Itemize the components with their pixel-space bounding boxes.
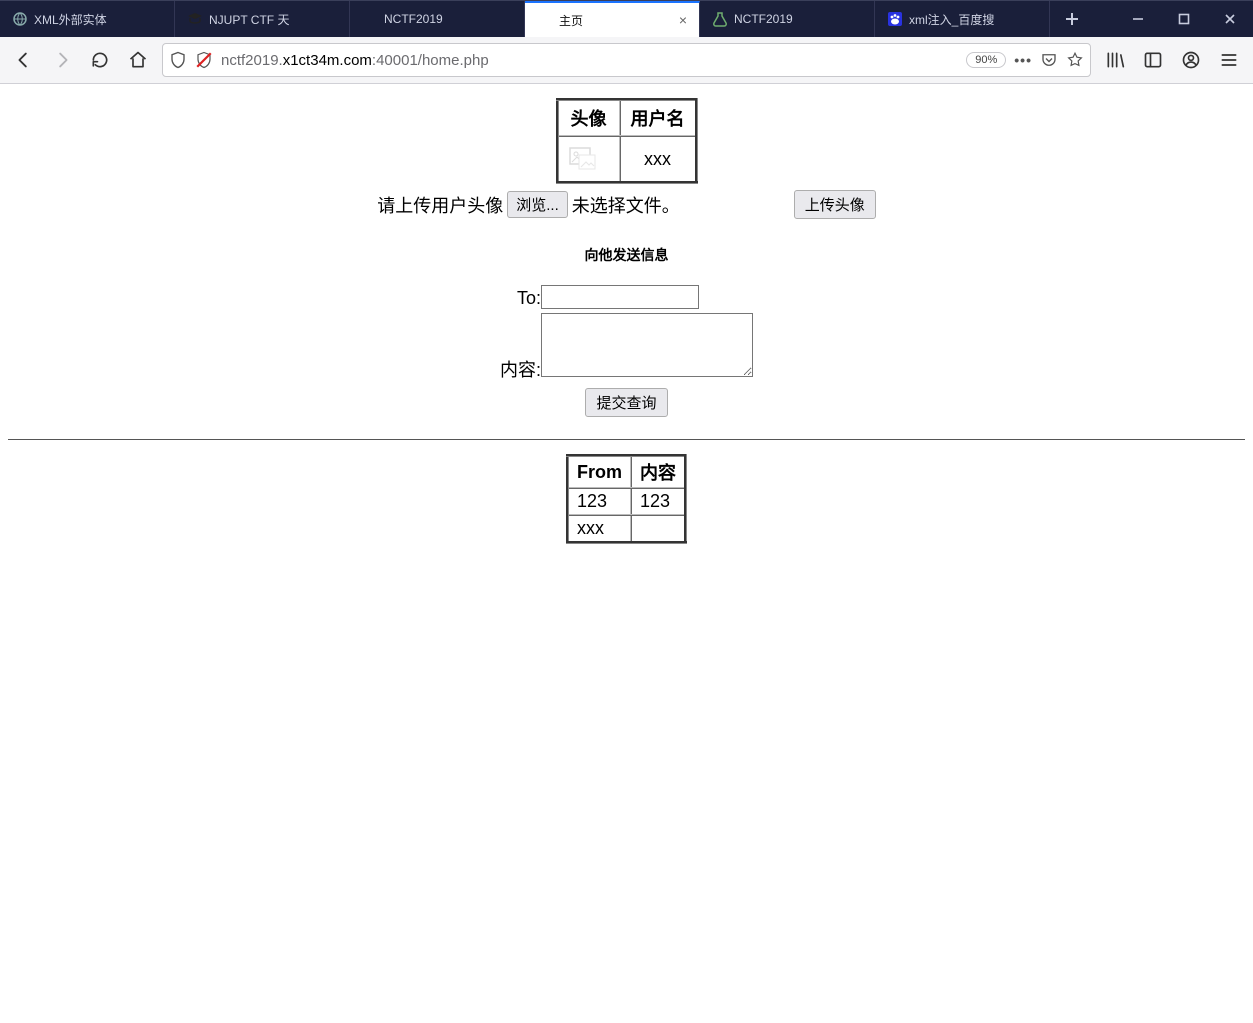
sidebar-icon[interactable] — [1139, 46, 1167, 74]
tab-label: NCTF2019 — [384, 12, 512, 26]
close-window-button[interactable] — [1207, 1, 1253, 37]
content-label: 内容: — [500, 311, 541, 384]
content-textarea[interactable] — [541, 313, 753, 377]
baidu-icon — [887, 11, 903, 27]
content-cell: 123 — [631, 488, 686, 515]
browser-window: XML外部实体 NJUPT CTF 天 NCTF2019 主页 × NCTF20… — [0, 0, 1253, 1023]
shield-icon[interactable] — [169, 51, 187, 69]
minimize-button[interactable] — [1115, 1, 1161, 37]
from-cell: 123 — [568, 488, 632, 515]
close-icon[interactable]: × — [679, 12, 687, 28]
tab-njupt[interactable]: NJUPT CTF 天 — [175, 1, 350, 37]
window-controls — [1115, 1, 1253, 37]
url-suffix: :40001/home.php — [372, 52, 489, 69]
maximize-button[interactable] — [1161, 1, 1207, 37]
avatar-cell — [557, 136, 620, 183]
forward-button[interactable] — [48, 46, 76, 74]
tab-nctf-2[interactable]: NCTF2019 — [700, 1, 875, 37]
blank-icon — [537, 12, 553, 28]
send-title: 向他发送信息 — [0, 245, 1253, 265]
upload-row: 请上传用户头像 浏览... 未选择文件。 上传头像 — [0, 190, 1253, 219]
tab-label: 主页 — [559, 12, 673, 29]
address-bar[interactable]: nctf2019.x1ct34m.com:40001/home.php 90% … — [162, 43, 1091, 77]
upload-prompt: 请上传用户头像 — [377, 192, 503, 218]
no-file-text: 未选择文件。 — [572, 192, 680, 218]
profile-table: 头像 用户名 xxx — [556, 98, 698, 184]
tab-xml-entity[interactable]: XML外部实体 — [0, 1, 175, 37]
insecure-icon[interactable] — [195, 51, 213, 69]
flask-icon — [712, 11, 728, 27]
menu-icon[interactable] — [1215, 46, 1243, 74]
bookmark-star-icon[interactable] — [1066, 51, 1084, 69]
tab-baidu[interactable]: xml注入_百度搜 — [875, 1, 1050, 37]
zoom-badge[interactable]: 90% — [966, 52, 1006, 68]
username-header: 用户名 — [620, 100, 697, 137]
reload-button[interactable] — [86, 46, 114, 74]
tab-label: NJUPT CTF 天 — [209, 11, 337, 28]
page-viewport[interactable]: 头像 用户名 xxx — [0, 84, 1253, 1023]
browse-button[interactable]: 浏览... — [507, 191, 568, 218]
page-body: 头像 用户名 xxx — [0, 84, 1253, 544]
broken-image-icon — [569, 147, 597, 171]
toolbar: nctf2019.x1ct34m.com:40001/home.php 90% … — [0, 37, 1253, 84]
back-button[interactable] — [10, 46, 38, 74]
tab-home-active[interactable]: 主页 × — [525, 1, 700, 37]
edu-icon — [187, 11, 203, 27]
tab-strip: XML外部实体 NJUPT CTF 天 NCTF2019 主页 × NCTF20… — [0, 0, 1253, 37]
separator — [8, 439, 1245, 440]
url-text: nctf2019.x1ct34m.com:40001/home.php — [221, 52, 958, 69]
table-row: 123 123 — [568, 488, 686, 515]
blank-icon — [362, 11, 378, 27]
send-form: To: 内容: — [500, 283, 753, 384]
table-row: xxx — [568, 515, 686, 543]
library-icon[interactable] — [1101, 46, 1129, 74]
url-prefix: nctf2019. — [221, 52, 283, 69]
tab-label: xml注入_百度搜 — [909, 11, 1037, 28]
pocket-icon[interactable] — [1040, 51, 1058, 69]
tab-label: XML外部实体 — [34, 11, 162, 28]
home-button[interactable] — [124, 46, 152, 74]
content-cell — [631, 515, 686, 543]
tab-label: NCTF2019 — [734, 12, 862, 26]
content-header: 内容 — [631, 456, 686, 489]
upload-button[interactable]: 上传头像 — [794, 190, 876, 219]
username-cell: xxx — [620, 136, 697, 183]
to-input[interactable] — [541, 285, 699, 309]
to-label: To: — [500, 283, 541, 311]
new-tab-button[interactable] — [1050, 1, 1094, 37]
site-icon — [12, 11, 28, 27]
avatar-header: 头像 — [557, 100, 620, 137]
submit-button[interactable]: 提交查询 — [585, 388, 667, 417]
page-action-icon[interactable]: ••• — [1014, 52, 1032, 68]
from-header: From — [568, 456, 632, 489]
from-cell: xxx — [568, 515, 632, 543]
account-icon[interactable] — [1177, 46, 1205, 74]
tab-nctf-1[interactable]: NCTF2019 — [350, 1, 525, 37]
messages-table: From 内容 123 123 xxx — [566, 454, 687, 544]
url-host: x1ct34m.com — [283, 52, 372, 69]
